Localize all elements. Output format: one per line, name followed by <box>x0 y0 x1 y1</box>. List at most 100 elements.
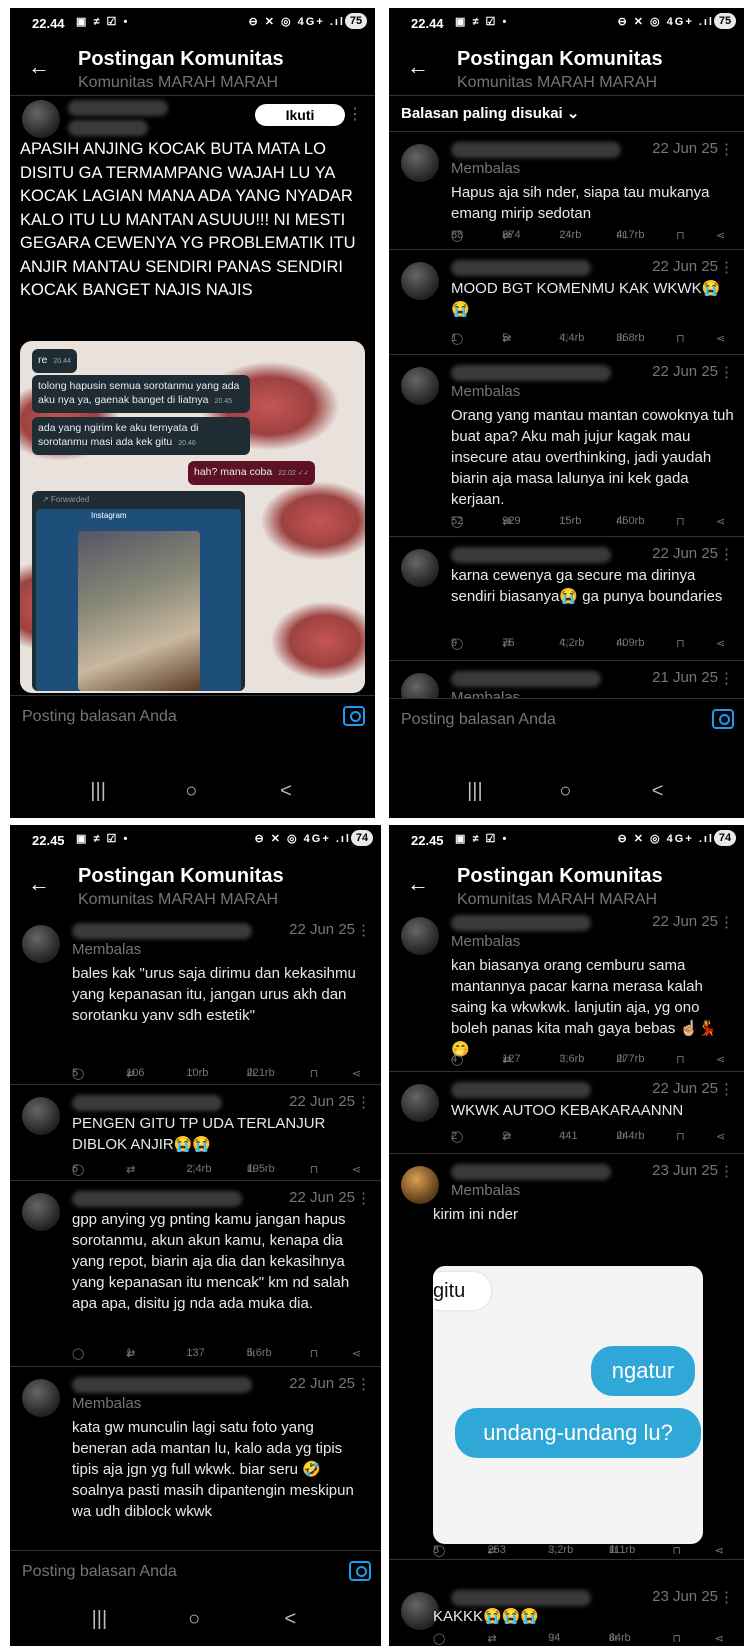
home-icon[interactable]: ○ <box>188 1608 200 1631</box>
avatar[interactable] <box>401 144 439 182</box>
more-icon[interactable]: ⋮ <box>356 1093 371 1111</box>
reply-tweet[interactable]: 21 Jun 25⋮ Membalas <box>389 661 744 711</box>
community-name[interactable]: Komunitas MARAH MARAH <box>457 74 657 92</box>
share-icon[interactable]: ⋖ <box>716 1130 725 1143</box>
bookmark-icon[interactable]: ⊓ <box>672 1632 681 1645</box>
back-arrow-icon[interactable]: ← <box>28 54 50 80</box>
blurred-username <box>451 1590 591 1606</box>
reply-tweet[interactable]: 22 Jun 25 ⋮ Membalas kata gw munculin lag… <box>10 1367 381 1547</box>
bookmark-icon[interactable]: ⊓ <box>676 332 685 345</box>
share-icon[interactable]: ⋖ <box>715 1632 724 1645</box>
avatar[interactable] <box>401 917 439 955</box>
recents-icon[interactable]: ||| <box>92 1608 108 1631</box>
avatar[interactable] <box>401 262 439 300</box>
follow-button[interactable]: Ikuti <box>255 104 345 126</box>
camera-icon[interactable] <box>349 1561 371 1581</box>
bookmark-icon[interactable]: ⊓ <box>676 1130 685 1143</box>
bookmark-icon[interactable]: ⊓ <box>310 1347 319 1360</box>
reply-tweet[interactable]: 22 Jun 25 ⋮ gpp anying yg pnting kamu jan… <box>10 1181 381 1367</box>
reply-input[interactable]: Posting balasan Anda <box>22 1563 177 1581</box>
reply-tweet[interactable]: 22 Jun 25 ⋮ PENGEN GITU TP UDA TERLANJUR … <box>10 1085 381 1181</box>
share-icon[interactable]: ⋖ <box>716 515 725 528</box>
more-icon[interactable]: ⋮ <box>719 669 734 687</box>
reply-input[interactable]: Posting balasan Anda <box>22 708 177 726</box>
tweet-date: 23 Jun 25 <box>652 1588 718 1605</box>
more-icon[interactable]: ⋮ <box>719 1080 734 1098</box>
reply-tweet[interactable]: 22 Jun 25 ⋮ Membalas Hapus aja sih nder, … <box>389 132 744 250</box>
more-icon[interactable]: ⋮ <box>356 1375 371 1393</box>
page-title: Postingan Komunitas <box>457 48 663 70</box>
share-icon[interactable]: ⋖ <box>716 637 725 650</box>
nav-back-icon[interactable]: < <box>652 780 664 803</box>
community-name[interactable]: Komunitas MARAH MARAH <box>78 74 278 92</box>
more-icon[interactable]: ⋮ <box>719 545 734 563</box>
blurred-username <box>68 100 168 116</box>
share-icon[interactable]: ⋖ <box>352 1163 361 1176</box>
more-icon[interactable]: ⋮ <box>719 1162 734 1180</box>
nav-back-icon[interactable]: < <box>285 1608 297 1631</box>
bookmark-icon[interactable]: ⊓ <box>676 515 685 528</box>
more-icon[interactable]: ⋮ <box>356 921 371 939</box>
attached-image[interactable]: gitu ngatur undang-undang lu? <box>433 1266 703 1544</box>
reply-bar[interactable]: Posting balasan Anda <box>389 698 744 742</box>
bookmark-icon[interactable]: ⊓ <box>676 229 685 242</box>
more-icon[interactable]: ⋮ <box>719 258 734 276</box>
tweet-actions: ◯ 2 ⇄ 2 ♡ 441 ılı 244rb ⊓ ⋖ <box>451 1130 726 1143</box>
more-icon[interactable]: ⋮ <box>356 1189 371 1207</box>
share-icon[interactable]: ⋖ <box>715 1544 724 1557</box>
reply-tweet[interactable]: 23 Jun 25 ⋮ Membalas kirim ini nder gitu … <box>389 1154 744 1560</box>
tweet-meta: 22 Jun 25 ⋮ <box>451 363 734 383</box>
status-bar: 22.45 ▣ ≠ ☑ • ⊖ ✕ ◎ 4G+ .ıl 74 <box>10 825 381 859</box>
reply-tweet[interactable]: 22 Jun 25 ⋮ Membalas Orang yang mantau ma… <box>389 355 744 537</box>
sort-selector[interactable]: Balasan paling disukai ⌄ <box>389 96 744 132</box>
reply-tweet[interactable]: 22 Jun 25 ⋮ WKWK AUTOO KEBAKARAANNN ◯ 2 ⇄… <box>389 1072 744 1154</box>
bookmark-icon[interactable]: ⊓ <box>676 1053 685 1066</box>
recents-icon[interactable]: ||| <box>467 780 483 803</box>
reply-tweet[interactable]: 23 Jun 25 ⋮ KAKKK😭😭😭 ◯ ⇄ ♡ 94 ılı 84rb ⊓ … <box>389 1580 744 1646</box>
camera-icon[interactable] <box>712 709 734 729</box>
more-icon[interactable]: ⋮ <box>719 140 734 158</box>
avatar[interactable] <box>22 1193 60 1231</box>
more-icon[interactable]: ⋮ <box>719 1588 734 1606</box>
reply-tweet[interactable]: 22 Jun 25 ⋮ karna cewenya ga secure ma di… <box>389 537 744 661</box>
back-arrow-icon[interactable]: ← <box>407 871 429 897</box>
android-nav-bar: ||| ○ < <box>10 768 375 818</box>
reply-tweet[interactable]: 22 Jun 25 ⋮ Membalas kan biasanya orang c… <box>389 905 744 1072</box>
recents-icon[interactable]: ||| <box>90 780 106 803</box>
avatar[interactable] <box>22 925 60 963</box>
bookmark-icon[interactable]: ⊓ <box>310 1067 319 1080</box>
bookmark-icon[interactable]: ⊓ <box>310 1163 319 1176</box>
post-image[interactable]: re 20.44 tolong hapusin semua sorotanmu y… <box>20 341 365 693</box>
camera-icon[interactable] <box>343 706 365 726</box>
more-icon[interactable]: ⋮ <box>719 363 734 381</box>
avatar[interactable] <box>22 100 60 138</box>
avatar[interactable] <box>22 1379 60 1417</box>
reply-input[interactable]: Posting balasan Anda <box>401 711 556 729</box>
reply-tweet[interactable]: 22 Jun 25 ⋮ Membalas bales kak "urus saja… <box>10 913 381 1085</box>
avatar[interactable] <box>401 1084 439 1122</box>
more-icon[interactable]: ⋮ <box>719 913 734 931</box>
share-icon[interactable]: ⋖ <box>352 1347 361 1360</box>
more-icon[interactable]: ⋮ <box>347 104 363 124</box>
avatar[interactable] <box>401 549 439 587</box>
avatar[interactable] <box>401 367 439 405</box>
home-icon[interactable]: ○ <box>185 780 197 803</box>
reply-bar[interactable]: Posting balasan Anda <box>10 695 375 739</box>
community-name[interactable]: Komunitas MARAH MARAH <box>78 891 278 909</box>
sort-label[interactable]: Balasan paling disukai ⌄ <box>401 104 579 122</box>
share-icon[interactable]: ⋖ <box>716 332 725 345</box>
back-arrow-icon[interactable]: ← <box>407 54 429 80</box>
reply-tweet[interactable]: 22 Jun 25 ⋮ MOOD BGT KOMENMU KAK WKWK😭😭 ◯… <box>389 250 744 355</box>
bookmark-icon[interactable]: ⊓ <box>676 637 685 650</box>
share-icon[interactable]: ⋖ <box>716 1053 725 1066</box>
avatar[interactable] <box>22 1097 60 1135</box>
bookmark-icon[interactable]: ⊓ <box>672 1544 681 1557</box>
share-icon[interactable]: ⋖ <box>352 1067 361 1080</box>
back-arrow-icon[interactable]: ← <box>28 871 50 897</box>
status-time: 22.45 <box>411 833 444 848</box>
share-icon[interactable]: ⋖ <box>716 229 725 242</box>
reply-bar[interactable]: Posting balasan Anda <box>10 1550 381 1594</box>
home-icon[interactable]: ○ <box>559 780 571 803</box>
avatar[interactable] <box>401 1166 439 1204</box>
nav-back-icon[interactable]: < <box>280 780 292 803</box>
